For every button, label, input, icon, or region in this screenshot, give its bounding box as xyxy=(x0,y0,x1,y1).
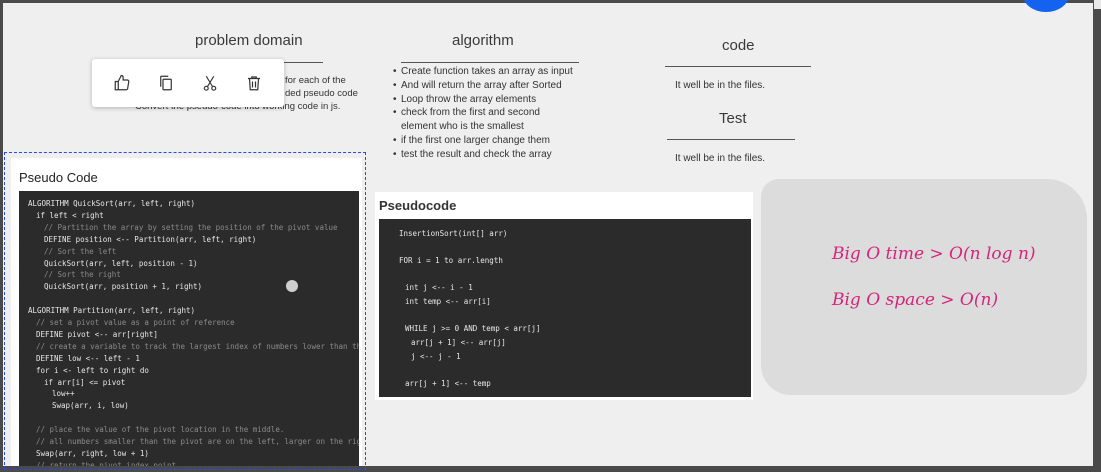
code-line: Swap(arr, i, low) xyxy=(52,401,129,411)
algorithm-rule xyxy=(401,62,579,63)
code-line: // all numbers smaller than the pivot ar… xyxy=(36,437,359,446)
quicksort-card-title: Pseudo Code xyxy=(19,170,98,185)
code-line: // create a variable to track the larges… xyxy=(36,341,359,351)
code-note: It well be in the files. xyxy=(675,80,766,91)
code-rule xyxy=(665,66,811,67)
test-note: It well be in the files. xyxy=(675,153,766,164)
copy-button[interactable] xyxy=(151,68,181,98)
big-o-space-note: Big O space > O(n) xyxy=(832,290,999,310)
code-heading: code xyxy=(722,37,755,54)
thumbs-up-icon xyxy=(114,74,130,91)
code-line: int j <-- i - 1 xyxy=(405,283,473,292)
test-rule xyxy=(667,139,795,140)
cut-button[interactable] xyxy=(195,68,225,98)
code-line: low++ xyxy=(52,389,75,399)
test-heading: Test xyxy=(719,110,747,127)
code-line: // place the value of the pivot location… xyxy=(36,425,285,435)
code-line: arr[j + 1] <-- temp xyxy=(405,379,491,388)
code-line: DEFINE low <-- left - 1 xyxy=(36,353,140,363)
quicksort-pseudocode-card[interactable]: Pseudo Code ALGORITHM QuickSort(arr, lef… xyxy=(11,158,362,466)
algorithm-item: if the first one larger change them xyxy=(393,134,573,148)
delete-button[interactable] xyxy=(239,68,269,98)
code-line: QuickSort(arr, left, position - 1) xyxy=(44,258,198,268)
cut-icon xyxy=(203,75,217,91)
code-line: WHILE j >= 0 AND temp < arr[j] xyxy=(405,324,541,333)
algorithm-item: Create function takes an array as input xyxy=(393,65,573,79)
code-line: // set a pivot value as a point of refer… xyxy=(36,318,235,327)
code-line: Swap(arr, right, low + 1) xyxy=(36,448,149,458)
like-button[interactable] xyxy=(107,68,137,98)
code-line: ALGORITHM QuickSort(arr, left, right) xyxy=(28,199,196,208)
algorithm-item: element who is the smallest xyxy=(401,121,524,133)
algorithm-item: Loop throw the array elements xyxy=(393,93,573,107)
algorithm-item: test the result and check the array xyxy=(393,148,573,162)
notes-shape[interactable] xyxy=(761,179,1087,395)
code-line: if arr[i] <= pivot xyxy=(44,377,126,387)
problem-domain-line2: ded pseudo code xyxy=(285,88,358,99)
code-line: int temp <-- arr[i] xyxy=(405,297,491,306)
quicksort-code-block: ALGORITHM QuickSort(arr, left, right) if … xyxy=(19,191,359,466)
code-line: FOR i = 1 to arr.length xyxy=(399,256,503,265)
code-line: DEFINE pivot <-- arr[right] xyxy=(36,329,158,339)
trash-icon xyxy=(248,76,260,91)
algorithm-item: check from the first and second xyxy=(393,106,573,120)
problem-domain-line1: for each of the xyxy=(285,75,346,86)
element-toolbar xyxy=(92,59,284,107)
code-line: // Sort the left xyxy=(44,246,117,256)
code-line: InsertionSort(int[] arr) xyxy=(399,229,508,238)
window-corner xyxy=(1094,0,1101,9)
algorithm-item: And will return the array after Sorted xyxy=(393,79,573,93)
insertion-code-block: InsertionSort(int[] arr) FOR i = 1 to arr… xyxy=(379,219,751,397)
copy-icon xyxy=(160,75,172,91)
code-line: // Sort the right xyxy=(44,270,121,280)
algorithm-heading: algorithm xyxy=(452,32,514,49)
whiteboard-canvas[interactable]: problem domain for each of the ded pseud… xyxy=(3,3,1093,466)
big-o-time-note: Big O time > O(n log n) xyxy=(832,244,1036,264)
code-line: DEFINE position <-- Partition(arr, left,… xyxy=(44,234,257,244)
code-line: QuickSort(arr, position + 1, right) xyxy=(44,282,203,292)
code-line: if left < right xyxy=(36,210,104,220)
cursor-dot xyxy=(286,280,298,292)
code-line: ALGORITHM Partition(arr, left, right) xyxy=(28,306,196,316)
code-line: for i <- left to right do xyxy=(36,365,149,375)
problem-domain-heading: problem domain xyxy=(195,32,303,49)
code-line: j <-- j - 1 xyxy=(411,352,461,361)
algorithm-list: Create function takes an array as inputA… xyxy=(393,65,573,162)
code-line: arr[j + 1] <-- arr[j] xyxy=(411,338,506,347)
insertion-pseudocode-card[interactable]: Pseudocode InsertionSort(int[] arr) FOR i… xyxy=(375,192,753,400)
code-line: // Partition the array by setting the po… xyxy=(44,222,338,232)
insertion-card-title: Pseudocode xyxy=(379,198,457,213)
code-line: // return the pivot index point xyxy=(36,460,176,466)
